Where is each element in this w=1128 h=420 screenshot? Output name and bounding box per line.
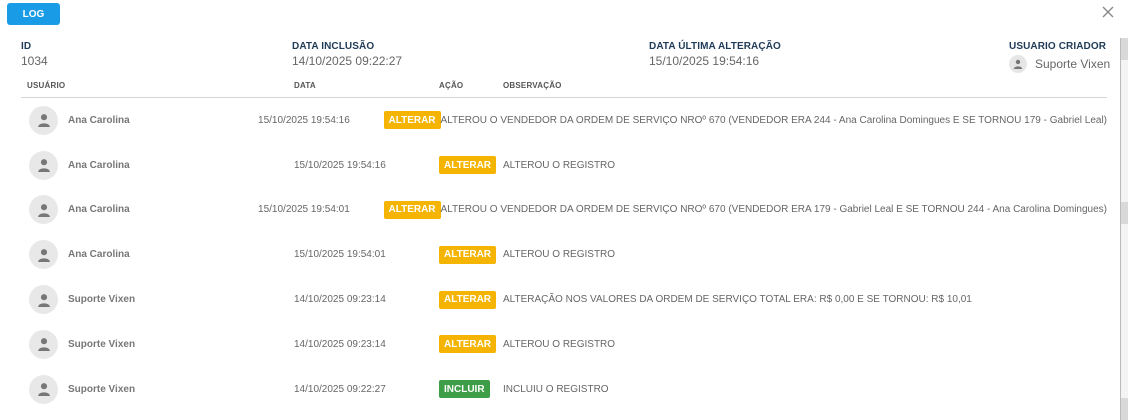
person-icon bbox=[29, 240, 58, 270]
person-icon bbox=[29, 374, 58, 404]
action-badge: ALTERAR bbox=[439, 335, 497, 354]
row-date: 14/10/2025 09:23:14 bbox=[294, 294, 386, 306]
meta-inclusion-date: DATA INCLUSÃO 14/10/2025 09:22:27 bbox=[292, 41, 402, 68]
row-date: 14/10/2025 09:22:27 bbox=[294, 383, 386, 395]
meta-last-change-date: DATA ÚLTIMA ALTERAÇÃO 15/10/2025 19:54:1… bbox=[649, 41, 781, 68]
row-user: Ana Carolina bbox=[68, 204, 130, 216]
meta-inclusion-value: 14/10/2025 09:22:27 bbox=[292, 54, 403, 68]
row-note: ALTEROU O REGISTRO bbox=[503, 338, 616, 350]
meta-last-change-label: DATA ÚLTIMA ALTERAÇÃO bbox=[649, 41, 781, 52]
dialog-scrollbar[interactable] bbox=[1120, 38, 1128, 420]
log-badge: LOG bbox=[7, 3, 60, 25]
meta-creator: USUARIO CRIADOR Suporte Vixen bbox=[1009, 41, 1110, 73]
row-date: 15/10/2025 19:54:01 bbox=[294, 249, 386, 261]
meta-inclusion-label: DATA INCLUSÃO bbox=[292, 41, 375, 52]
action-badge: INCLUIR bbox=[439, 380, 490, 399]
table-row: Ana Carolina 15/10/2025 19:54:16 ALTERAR… bbox=[21, 143, 1107, 188]
meta-id: ID 1034 bbox=[21, 41, 48, 68]
row-note: ALTEROU O REGISTRO bbox=[503, 159, 616, 171]
table-row: Suporte Vixen 14/10/2025 09:23:14 ALTERA… bbox=[21, 322, 1107, 367]
row-date: 15/10/2025 19:54:16 bbox=[294, 159, 386, 171]
row-user: Suporte Vixen bbox=[68, 338, 136, 350]
person-icon bbox=[29, 195, 58, 225]
row-user: Ana Carolina bbox=[68, 159, 130, 171]
row-date: 15/10/2025 19:54:01 bbox=[258, 204, 350, 216]
row-user: Ana Carolina bbox=[68, 114, 130, 126]
row-user: Ana Carolina bbox=[68, 249, 130, 261]
action-badge: ALTERAR bbox=[383, 111, 441, 130]
row-note: ALTEROU O VENDEDOR DA ORDEM DE SERVIÇO N… bbox=[440, 114, 1107, 126]
table-row: Suporte Vixen 14/10/2025 09:22:27 INCLUI… bbox=[21, 367, 1107, 412]
meta-last-change-value: 15/10/2025 19:54:16 bbox=[649, 54, 760, 68]
row-note: INCLUIU O REGISTRO bbox=[503, 383, 609, 395]
table-row: Ana Carolina 15/10/2025 19:54:01 ALTERAR… bbox=[21, 188, 1107, 233]
person-icon bbox=[29, 285, 58, 315]
row-date: 15/10/2025 19:54:16 bbox=[258, 114, 350, 126]
action-badge: ALTERAR bbox=[383, 200, 441, 219]
header-user: USUÁRIO bbox=[27, 81, 66, 90]
row-note: ALTERAÇÃO NOS VALORES DA ORDEM DE SERVIÇ… bbox=[503, 294, 972, 306]
row-user: Suporte Vixen bbox=[68, 383, 136, 395]
action-badge: ALTERAR bbox=[439, 245, 497, 264]
row-note: ALTEROU O VENDEDOR DA ORDEM DE SERVIÇO N… bbox=[440, 204, 1107, 216]
person-icon bbox=[29, 150, 58, 180]
close-icon bbox=[1102, 6, 1114, 18]
person-icon bbox=[1009, 55, 1027, 73]
action-badge: ALTERAR bbox=[439, 290, 497, 309]
header-action: AÇÃO bbox=[439, 81, 464, 90]
header-date: DATA bbox=[294, 81, 316, 90]
table-row: Ana Carolina 15/10/2025 19:54:16 ALTERAR… bbox=[21, 98, 1107, 143]
table-row: Ana Carolina 15/10/2025 19:54:01 ALTERAR… bbox=[21, 232, 1107, 277]
meta-creator-label: USUARIO CRIADOR bbox=[1009, 41, 1107, 52]
person-icon bbox=[29, 105, 58, 135]
row-date: 14/10/2025 09:23:14 bbox=[294, 338, 386, 350]
table-header: USUÁRIO DATA AÇÃO OBSERVAÇÃO bbox=[21, 74, 1107, 98]
row-user: Suporte Vixen bbox=[68, 294, 136, 306]
row-note: ALTEROU O REGISTRO bbox=[503, 249, 616, 261]
table-row: Suporte Vixen 14/10/2025 09:23:14 ALTERA… bbox=[21, 277, 1107, 322]
meta-id-label: ID bbox=[21, 41, 32, 52]
person-icon bbox=[29, 329, 58, 359]
action-badge: ALTERAR bbox=[439, 156, 497, 175]
log-table: USUÁRIO DATA AÇÃO OBSERVAÇÃO Ana Carolin… bbox=[21, 74, 1107, 412]
close-button[interactable] bbox=[1100, 4, 1116, 20]
meta-creator-value: Suporte Vixen bbox=[1035, 57, 1111, 71]
header-note: OBSERVAÇÃO bbox=[503, 81, 562, 90]
meta-id-value: 1034 bbox=[21, 54, 48, 68]
